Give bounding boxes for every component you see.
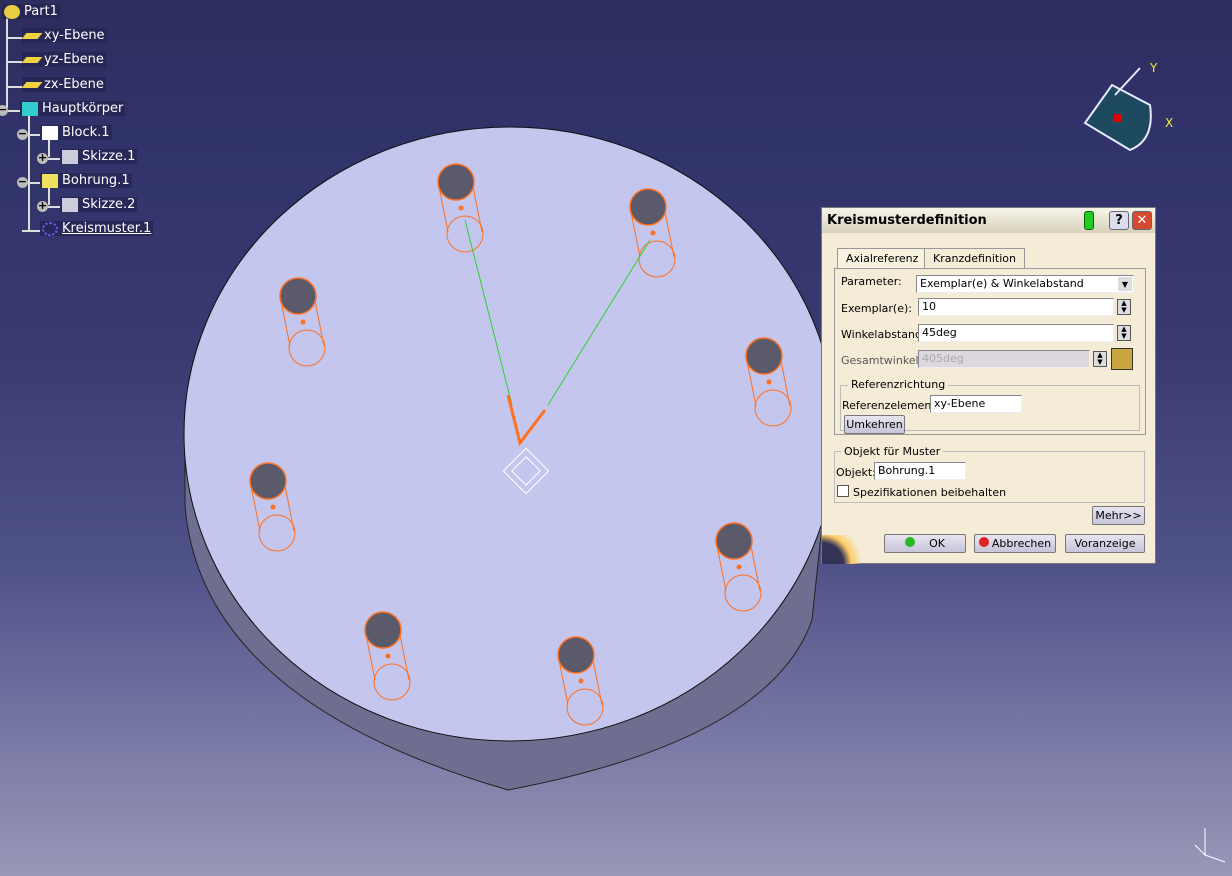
logo-icon bbox=[822, 535, 867, 564]
instances-spinner[interactable]: ▲ ▼ bbox=[1117, 299, 1131, 315]
cancel-icon bbox=[978, 537, 989, 547]
tree-item-skizze-2[interactable]: Skizze.2 bbox=[60, 197, 138, 212]
cancel-label: Abbrechen bbox=[991, 537, 1052, 550]
tree-label: Skizze.2 bbox=[82, 197, 136, 212]
total-angle-spinner: ▲ ▼ bbox=[1093, 351, 1107, 367]
tree-label: xy-Ebene bbox=[44, 28, 105, 43]
tree-label: Block.1 bbox=[62, 125, 110, 140]
tree-label: zx-Ebene bbox=[44, 77, 104, 92]
tree-label: Hauptkörper bbox=[42, 101, 124, 116]
tree-item-bohrung-1[interactable]: Bohrung.1 bbox=[40, 173, 132, 188]
formula-icon[interactable] bbox=[1111, 348, 1133, 370]
keep-spec-label: Spezifikationen beibehalten bbox=[853, 486, 1007, 499]
compass-icon[interactable]: Y X bbox=[1083, 61, 1173, 152]
chevron-down-icon[interactable]: ▼ bbox=[1118, 277, 1132, 291]
ok-button[interactable]: OK bbox=[884, 534, 966, 553]
circular-pattern-dialog: Kreismusterdefinition ? ✕ Axialreferenz … bbox=[821, 207, 1156, 564]
dialog-title: Kreismusterdefinition bbox=[827, 213, 987, 228]
tree-item-kreismuster-1[interactable]: Kreismuster.1 bbox=[40, 221, 154, 236]
total-angle-input: 405deg bbox=[918, 350, 1090, 368]
preview-button[interactable]: Voranzeige bbox=[1065, 534, 1145, 553]
compass-y-label: Y bbox=[1149, 61, 1158, 75]
tree-label: Bohrung.1 bbox=[62, 173, 130, 188]
tree-item-xy-ebene[interactable]: xy-Ebene bbox=[21, 28, 107, 43]
instances-input[interactable]: 10 bbox=[918, 298, 1114, 316]
pad-icon bbox=[42, 125, 58, 140]
keep-spec-checkbox[interactable] bbox=[837, 485, 849, 497]
dialog-status-icon bbox=[1084, 211, 1094, 230]
body-icon bbox=[22, 101, 38, 116]
tree-label: Part1 bbox=[24, 4, 58, 19]
more-button[interactable]: Mehr>> bbox=[1092, 506, 1145, 525]
spacing-spinner[interactable]: ▲ ▼ bbox=[1117, 325, 1131, 341]
reference-element-label: Referenzelement: bbox=[842, 399, 940, 412]
tab-kranzdefinition[interactable]: Kranzdefinition bbox=[924, 248, 1025, 268]
close-button[interactable]: ✕ bbox=[1132, 211, 1152, 230]
ok-icon bbox=[905, 537, 916, 547]
tree-label: Kreismuster.1 bbox=[62, 221, 152, 236]
parameter-value: Exemplar(e) & Winkelabstand bbox=[920, 277, 1084, 290]
total-angle-label: Gesamtwinkel: bbox=[841, 354, 923, 367]
dialog-title-bar[interactable]: Kreismusterdefinition bbox=[822, 208, 1155, 233]
plane-icon bbox=[21, 56, 43, 63]
tree-item-part1[interactable]: Part1 bbox=[2, 4, 60, 19]
reference-element-input[interactable]: xy-Ebene bbox=[930, 395, 1022, 413]
tree-item-hauptk-rper[interactable]: Hauptkörper bbox=[20, 101, 126, 116]
reference-direction-title: Referenzrichtung bbox=[848, 378, 949, 391]
tree-item-zx-ebene[interactable]: zx-Ebene bbox=[21, 77, 106, 92]
part-icon bbox=[4, 4, 20, 19]
object-input[interactable]: Bohrung.1 bbox=[874, 462, 966, 480]
help-button[interactable]: ? bbox=[1109, 211, 1129, 230]
ok-label: OK bbox=[929, 537, 945, 550]
collapse-icon[interactable]: − bbox=[17, 128, 28, 140]
circular-pattern-icon bbox=[42, 221, 58, 236]
plane-icon bbox=[21, 32, 43, 39]
axis-system-icon bbox=[1194, 828, 1226, 863]
sketch-icon bbox=[62, 149, 78, 164]
tree-item-yz-ebene[interactable]: yz-Ebene bbox=[21, 52, 106, 67]
hole-icon bbox=[42, 173, 58, 188]
compass-x-label: X bbox=[1165, 116, 1173, 130]
parameter-label: Parameter: bbox=[841, 275, 902, 288]
cancel-button[interactable]: Abbrechen bbox=[974, 534, 1056, 553]
tree-label: Skizze.1 bbox=[82, 149, 136, 164]
tab-axialreferenz[interactable]: Axialreferenz bbox=[837, 248, 928, 268]
reverse-button[interactable]: Umkehren bbox=[844, 415, 905, 434]
object-label: Objekt: bbox=[836, 466, 876, 479]
tree-label: yz-Ebene bbox=[44, 52, 104, 67]
expand-icon[interactable]: + bbox=[37, 152, 48, 164]
collapse-icon[interactable]: − bbox=[17, 176, 28, 188]
cylinder-top-face bbox=[183, 126, 837, 742]
collapse-icon[interactable]: − bbox=[0, 104, 8, 116]
object-group-title: Objekt für Muster bbox=[841, 445, 944, 458]
sketch-icon bbox=[62, 197, 78, 212]
plane-icon bbox=[21, 81, 43, 88]
tree-item-skizze-1[interactable]: Skizze.1 bbox=[60, 149, 138, 164]
cylinder-part[interactable] bbox=[183, 126, 837, 791]
expand-icon[interactable]: + bbox=[37, 200, 48, 212]
parameter-select[interactable]: Exemplar(e) & Winkelabstand ▼ bbox=[916, 275, 1134, 293]
tree-item-block-1[interactable]: Block.1 bbox=[40, 125, 112, 140]
spacing-label: Winkelabstand: bbox=[841, 328, 926, 341]
spacing-input[interactable]: 45deg bbox=[918, 324, 1114, 342]
instances-label: Exemplar(e): bbox=[841, 302, 912, 315]
